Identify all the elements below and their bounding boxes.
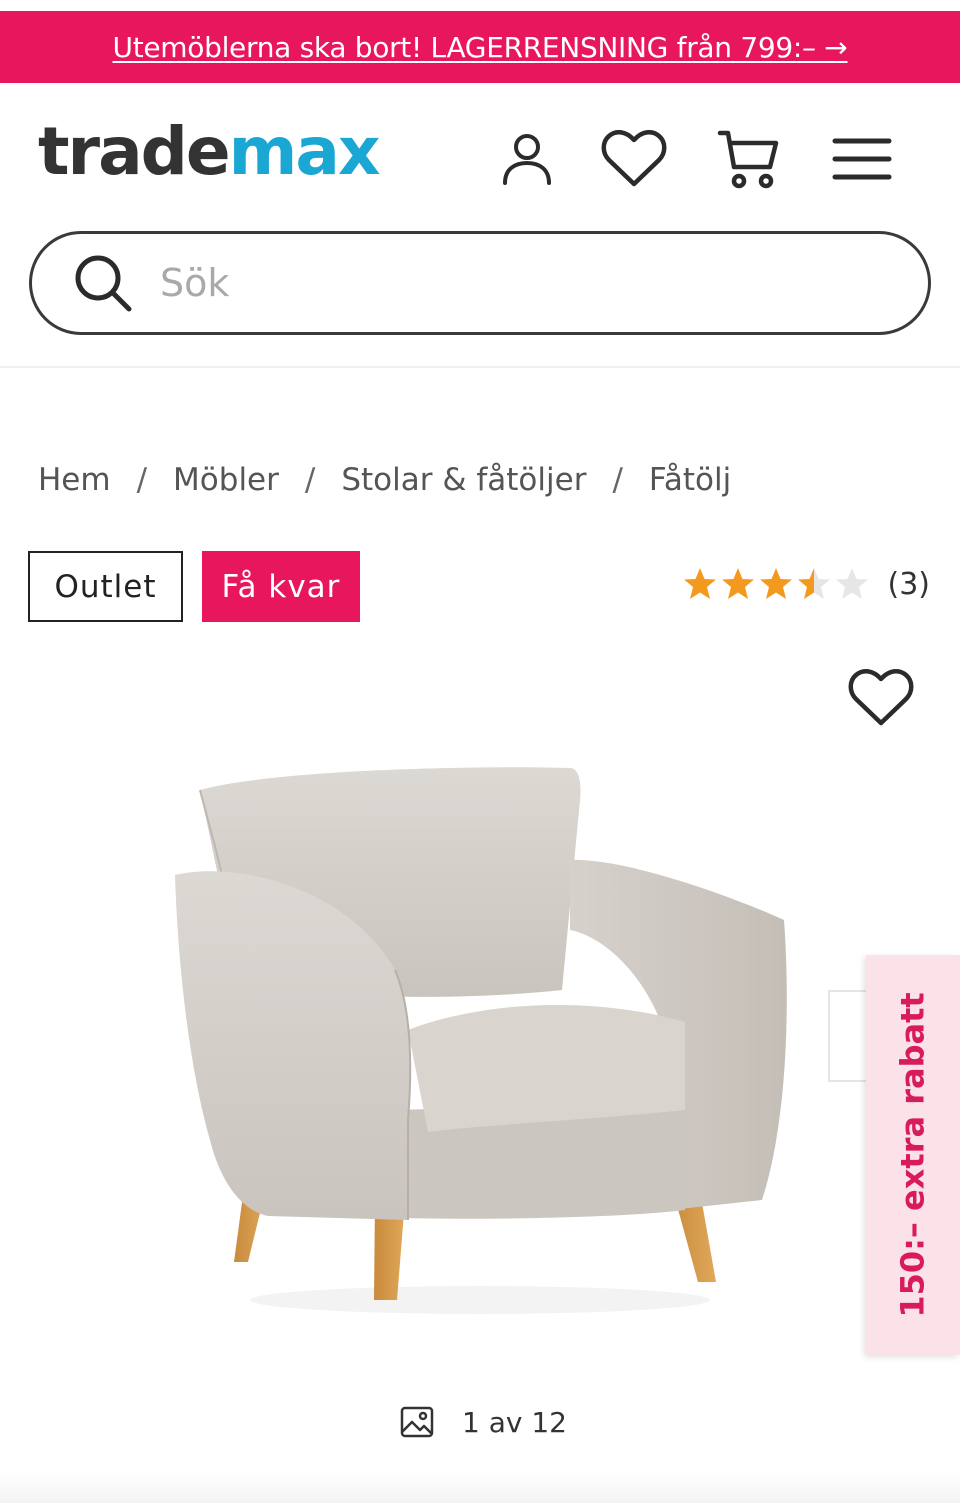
extra-discount-tab[interactable]: 150:– extra rabatt xyxy=(866,955,960,1355)
breadcrumb-separator: / xyxy=(612,462,623,498)
image-counter-text: 1 av 12 xyxy=(462,1405,567,1439)
logo-part-trade: trade xyxy=(38,113,231,190)
heart-icon xyxy=(848,669,914,726)
gallery-icon xyxy=(400,1406,434,1438)
low-stock-badge: Få kvar xyxy=(202,551,360,622)
cart-button[interactable] xyxy=(712,123,784,195)
outlet-badge: Outlet xyxy=(28,551,183,622)
breadcrumb-fatolj[interactable]: Fåtölj xyxy=(649,462,731,498)
search-bar[interactable] xyxy=(29,231,931,335)
star-icon xyxy=(683,568,716,599)
promo-banner[interactable]: Utemöblerna ska bort! LAGERRENSNING från… xyxy=(0,11,960,83)
image-counter: 1 av 12 xyxy=(400,1400,567,1444)
star-icon xyxy=(759,568,792,599)
review-count: (3) xyxy=(887,566,931,602)
breadcrumb-home[interactable]: Hem xyxy=(38,462,111,498)
star-icon xyxy=(721,568,754,599)
trademax-logo[interactable]: trademax xyxy=(38,119,381,185)
logo-part-max: max xyxy=(228,113,381,190)
menu-button[interactable] xyxy=(826,123,898,195)
star-icon xyxy=(797,568,830,599)
breadcrumb-separator: / xyxy=(136,462,148,498)
breadcrumb-separator: / xyxy=(304,462,316,498)
armchair-product-image[interactable] xyxy=(150,740,810,1340)
menu-icon xyxy=(832,138,892,180)
cart-icon xyxy=(717,130,779,189)
user-icon xyxy=(503,134,551,185)
extra-discount-text: 150:– extra rabatt xyxy=(894,992,933,1318)
star-icon xyxy=(835,568,868,599)
product-page: Utemöblerna ska bort! LAGERRENSNING från… xyxy=(0,0,960,1503)
next-image-preview[interactable] xyxy=(828,990,868,1082)
site-header: trademax xyxy=(0,83,960,368)
add-to-wishlist-button[interactable] xyxy=(848,668,916,732)
breadcrumb: Hem / Möbler / Stolar & fåtöljer / Fåtöl… xyxy=(38,462,731,498)
account-button[interactable] xyxy=(491,123,563,195)
promo-link[interactable]: Utemöblerna ska bort! LAGERRENSNING från… xyxy=(113,31,848,64)
heart-icon xyxy=(601,130,667,187)
rating-stars xyxy=(682,566,870,602)
search-input[interactable] xyxy=(160,261,860,305)
wishlist-button[interactable] xyxy=(598,123,670,195)
breadcrumb-stolar[interactable]: Stolar & fåtöljer xyxy=(341,462,586,498)
breadcrumb-mobler[interactable]: Möbler xyxy=(173,462,279,498)
product-rating[interactable]: (3) xyxy=(682,566,931,602)
search-icon xyxy=(68,248,138,318)
page-bottom-edge xyxy=(0,1470,960,1503)
